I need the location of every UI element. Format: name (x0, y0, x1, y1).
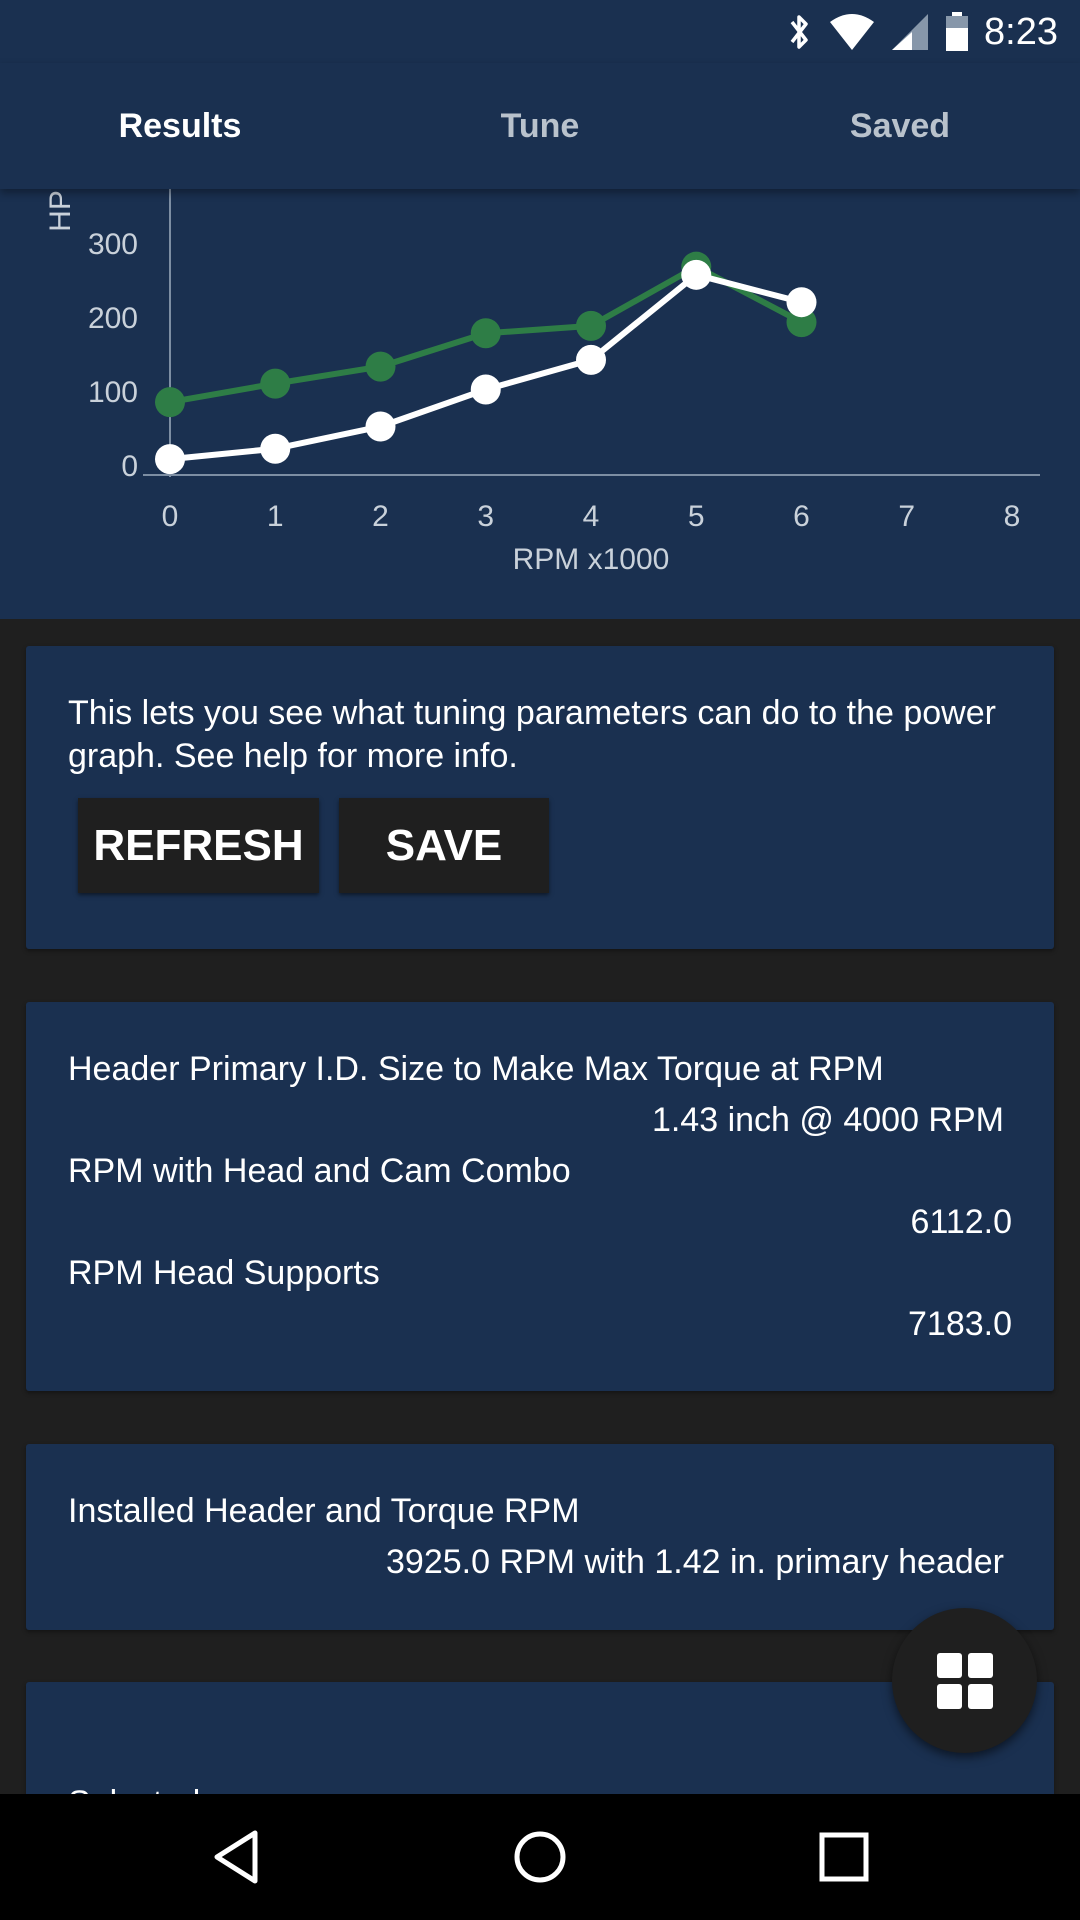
combo-rpm-value: 6112.0 (910, 1203, 1012, 1241)
grid-icon (936, 1652, 993, 1709)
status-time: 8:23 (984, 10, 1058, 53)
recents-square-icon (819, 1832, 869, 1882)
series-1-point (365, 351, 396, 382)
x-tick-label: 6 (793, 500, 810, 533)
nav-back-button[interactable] (196, 1817, 276, 1897)
series-1-point (155, 387, 185, 418)
tab-bar: Results Tune Saved (0, 63, 1080, 189)
header-results-card: Header Primary I.D. Size to Make Max Tor… (26, 1002, 1054, 1391)
tab-saved[interactable]: Saved (720, 63, 1080, 189)
series-1-point (576, 310, 606, 341)
x-tick-label: 3 (477, 500, 494, 533)
refresh-button[interactable]: REFRESH (78, 798, 319, 893)
installed-header-label: Installed Header and Torque RPM (68, 1492, 580, 1530)
x-tick-label: 8 (1004, 500, 1021, 533)
header-primary-value: 1.43 inch @ 4000 RPM (651, 1101, 1004, 1139)
series-2-point (681, 259, 712, 290)
back-triangle-icon (214, 1830, 258, 1884)
power-graph-panel: 0 100 200 300 0 1 2 3 4 5 6 7 8 RPM x1000 HP (0, 189, 1080, 619)
x-axis-label: RPM x1000 (513, 543, 670, 576)
bluetooth-icon (790, 15, 808, 49)
x-tick-label: 5 (688, 500, 705, 533)
info-card: This lets you see what tuning parameters… (26, 646, 1054, 949)
wifi-icon (830, 14, 875, 50)
combo-rpm-label: RPM with Head and Cam Combo (68, 1152, 571, 1190)
installed-header-value: 3925.0 RPM with 1.42 in. primary header (386, 1543, 1004, 1581)
series-2-point (470, 374, 501, 405)
nav-recents-button[interactable] (804, 1817, 884, 1897)
head-rpm-label: RPM Head Supports (68, 1254, 380, 1292)
series-2-point (155, 444, 185, 475)
x-tick-label: 7 (898, 500, 915, 533)
y-tick-label: 300 (88, 228, 138, 261)
series-2-point (365, 411, 396, 442)
installed-header-card: Installed Header and Torque RPM 3925.0 R… (26, 1444, 1054, 1630)
series-2-line (169, 271, 803, 463)
x-tick-label: 2 (372, 500, 389, 533)
system-nav-bar (0, 1794, 1080, 1920)
series-2-point (786, 287, 817, 318)
y-tick-label: 100 (88, 376, 138, 409)
series-1-point (470, 318, 501, 349)
status-bar: 8:23 (0, 0, 1080, 63)
tab-tune[interactable]: Tune (360, 63, 720, 189)
status-icons: 8:23 (784, 8, 1058, 56)
tab-results[interactable]: Results (0, 63, 360, 189)
series-2-point (576, 344, 606, 375)
info-description: This lets you see what tuning parameters… (68, 694, 996, 775)
header-primary-label: Header Primary I.D. Size to Make Max Tor… (68, 1050, 884, 1088)
y-tick-label: 0 (121, 450, 138, 483)
power-graph: 0 100 200 300 0 1 2 3 4 5 6 7 8 RPM x1000 HP (44, 189, 1040, 576)
x-tick-label: 4 (583, 500, 600, 533)
head-rpm-value: 7183.0 (908, 1305, 1012, 1343)
series-1-point (260, 368, 291, 399)
y-tick-label: 200 (88, 302, 138, 335)
series-2-point (260, 433, 291, 464)
nav-home-button[interactable] (500, 1817, 580, 1897)
save-button[interactable]: SAVE (339, 798, 549, 893)
y-axis-label: HP (44, 190, 77, 232)
battery-icon (946, 12, 969, 51)
x-tick-label: 0 (162, 500, 179, 533)
menu-fab-button[interactable] (892, 1608, 1037, 1753)
home-circle-icon (514, 1831, 566, 1883)
x-tick-label: 1 (267, 500, 284, 533)
cell-signal-icon (892, 14, 929, 50)
